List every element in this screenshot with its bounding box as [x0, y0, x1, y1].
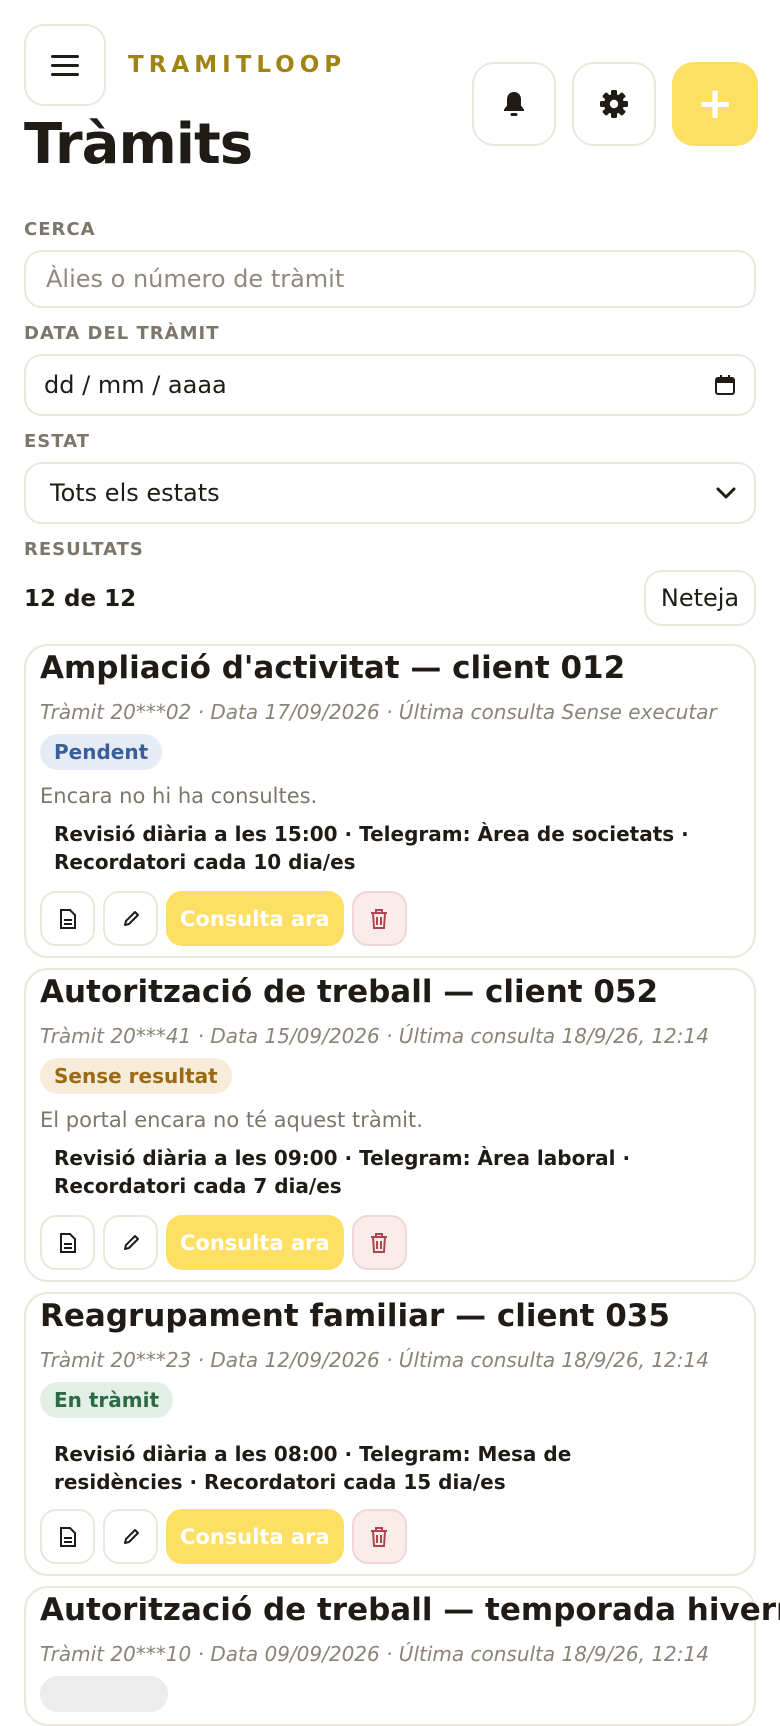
- card-note: Encara no hi ha consultes.: [40, 784, 318, 808]
- results-count: 12 de 12: [24, 586, 137, 612]
- card-actions: Consulta ara: [40, 1509, 407, 1564]
- card-title: Autorització de treball — temporada hive…: [40, 1592, 780, 1628]
- status-badge: Pendent: [40, 734, 163, 770]
- page-title: Tràmits: [24, 112, 253, 177]
- status-label: ESTAT: [24, 431, 90, 452]
- top-bar: TRAMITLOOP Tràmits +: [0, 0, 780, 200]
- date-label: DATA DEL TRÀMIT: [24, 323, 220, 344]
- card-actions: Consulta ara: [40, 891, 407, 946]
- status-badge: Sense resultat: [40, 1058, 232, 1094]
- pencil-icon: [123, 910, 139, 926]
- view-detail-button[interactable]: [40, 1509, 95, 1564]
- search-field[interactable]: [24, 250, 756, 308]
- card-schedule: Revisió diària a les 08:00 · Telegram: M…: [54, 1442, 572, 1494]
- hamburger-icon: [51, 55, 79, 76]
- tramit-card: Reagrupament familiar — client 035 Tràmi…: [24, 1292, 756, 1576]
- status-select[interactable]: Tots els estats: [24, 462, 756, 524]
- card-meta: Tràmit 20***10 · Data 09/09/2026 · Últim…: [40, 1642, 709, 1666]
- tramit-card: Ampliació d'activitat — client 012 Tràmi…: [24, 644, 756, 958]
- results-label: RESULTATS: [24, 539, 144, 560]
- consult-now-button[interactable]: Consulta ara: [166, 891, 344, 946]
- clear-filters-button[interactable]: Neteja: [644, 570, 756, 626]
- trash-icon: [371, 908, 388, 929]
- pencil-icon: [123, 1528, 139, 1544]
- card-schedule: Revisió diària a les 15:00 · Telegram: À…: [54, 822, 689, 874]
- chevron-down-icon: [716, 487, 736, 499]
- consult-now-button[interactable]: Consulta ara: [166, 1215, 344, 1270]
- brand-name: TRAMITLOOP: [128, 52, 347, 78]
- card-title: Ampliació d'activitat — client 012: [40, 650, 626, 686]
- date-field[interactable]: dd / mm / aaaa: [24, 354, 756, 416]
- menu-button[interactable]: [24, 24, 106, 106]
- gear-icon: [600, 90, 628, 118]
- card-schedule: Revisió diària a les 09:00 · Telegram: À…: [54, 1146, 631, 1198]
- card-meta: Tràmit 20***02 · Data 17/09/2026 · Últim…: [40, 700, 717, 724]
- add-tramit-button[interactable]: +: [672, 62, 758, 146]
- tramit-card: Autorització de treball — temporada hive…: [24, 1586, 780, 1726]
- view-detail-button[interactable]: [40, 1215, 95, 1270]
- status-badge: En tràmit: [40, 1382, 174, 1418]
- tramit-card: Autorització de treball — client 052 Trà…: [24, 968, 756, 1282]
- pencil-icon: [123, 1234, 139, 1250]
- view-detail-button[interactable]: [40, 891, 95, 946]
- card-meta: Tràmit 20***23 · Data 12/09/2026 · Últim…: [40, 1348, 709, 1372]
- document-icon: [59, 908, 76, 929]
- card-title: Autorització de treball — client 052: [40, 974, 659, 1010]
- edit-button[interactable]: [103, 1215, 158, 1270]
- trash-icon: [371, 1232, 388, 1253]
- notifications-button[interactable]: [472, 62, 556, 146]
- delete-button[interactable]: [351, 1509, 407, 1564]
- card-note: El portal encara no té aquest tràmit.: [40, 1108, 423, 1132]
- delete-button[interactable]: [351, 1215, 407, 1270]
- search-label: CERCA: [24, 219, 96, 240]
- date-value: dd / mm / aaaa: [44, 371, 227, 399]
- status-badge: [40, 1676, 168, 1712]
- edit-button[interactable]: [103, 891, 158, 946]
- trash-icon: [371, 1526, 388, 1547]
- bell-icon: [504, 92, 524, 116]
- consult-now-button[interactable]: Consulta ara: [166, 1509, 344, 1564]
- plus-icon: +: [696, 78, 734, 129]
- card-meta: Tràmit 20***41 · Data 15/09/2026 · Últim…: [40, 1024, 709, 1048]
- document-icon: [59, 1232, 76, 1253]
- card-title: Reagrupament familiar — client 035: [40, 1298, 670, 1334]
- status-select-value: Tots els estats: [50, 479, 220, 507]
- search-input[interactable]: [44, 264, 736, 294]
- document-icon: [59, 1526, 76, 1547]
- settings-button[interactable]: [572, 62, 656, 146]
- edit-button[interactable]: [103, 1509, 158, 1564]
- calendar-icon[interactable]: [714, 374, 736, 396]
- card-actions: Consulta ara: [40, 1215, 407, 1270]
- delete-button[interactable]: [351, 891, 407, 946]
